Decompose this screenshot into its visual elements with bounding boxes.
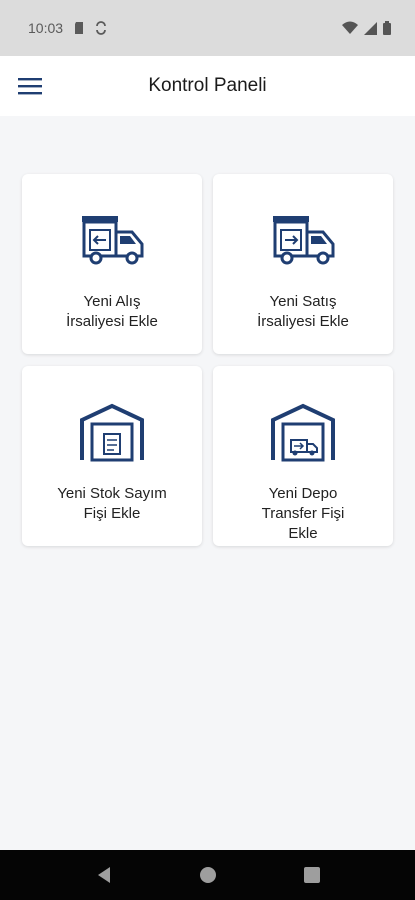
card-label: Yeni Satış İrsaliyesi Ekle [257,293,349,330]
status-time: 10:03 [28,20,64,36]
card-new-warehouse-transfer[interactable]: Yeni Depo Transfer Fişi Ekle [213,366,393,546]
sd-card-icon [75,22,84,34]
warehouse-count-icon [80,403,144,462]
truck-receive-icon [82,216,144,265]
card-new-stock-count[interactable]: Yeni Stok Sayım Fişi Ekle [22,366,202,546]
home-icon [199,867,216,883]
system-nav-bar [0,850,415,900]
dashboard: Yeni Alış İrsaliyesi Ekle Yeni Satış İrs… [0,116,415,850]
app-bar: Kontrol Paneli [0,56,415,116]
card-label: Yeni Alış İrsaliyesi Ekle [66,293,158,330]
hamburger-menu-icon [18,78,42,95]
truck-send-icon [273,216,335,265]
home-button[interactable] [198,865,218,885]
status-bar: 10:03 [0,0,415,56]
back-icon [97,867,110,883]
card-new-purchase-waybill[interactable]: Yeni Alış İrsaliyesi Ekle [22,174,202,354]
wifi-icon [342,21,358,34]
card-label: Yeni Depo Transfer Fişi Ekle [261,485,345,542]
battery-icon [383,21,391,35]
card-new-sales-waybill[interactable]: Yeni Satış İrsaliyesi Ekle [213,174,393,354]
sync-icon [96,21,106,35]
recents-icon [303,867,320,883]
back-button[interactable] [94,865,114,885]
status-right [342,21,391,35]
card-label: Yeni Stok Sayım Fişi Ekle [57,485,167,522]
page-title: Kontrol Paneli [148,75,267,96]
signal-icon [364,21,377,35]
recents-button[interactable] [302,865,322,885]
status-left: 10:03 [28,20,107,36]
warehouse-transfer-icon [271,403,335,462]
menu-button[interactable] [18,74,42,98]
